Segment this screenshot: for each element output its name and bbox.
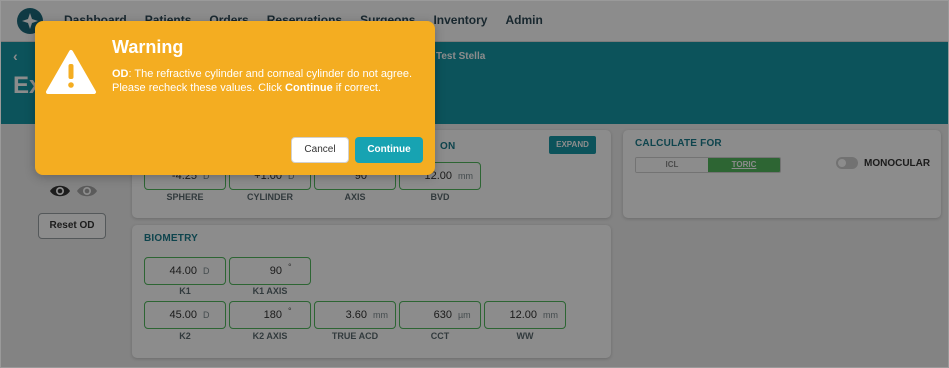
continue-button[interactable]: Continue — [355, 137, 423, 163]
dialog-line2-suffix: if correct. — [332, 82, 381, 94]
dialog-line2-bold: Continue — [285, 82, 333, 94]
dialog-eye-prefix: OD — [112, 68, 129, 80]
dialog-line1: : The refractive cylinder and corneal cy… — [128, 68, 413, 80]
cancel-button[interactable]: Cancel — [291, 137, 349, 163]
warning-triangle-icon — [46, 50, 96, 94]
dialog-message: OD: The refractive cylinder and corneal … — [112, 67, 422, 95]
dialog-title: Warning — [112, 37, 184, 57]
warning-dialog: Warning OD: The refractive cylinder and … — [35, 21, 435, 175]
dialog-line2-prefix: Please recheck these values. Click — [112, 82, 286, 94]
